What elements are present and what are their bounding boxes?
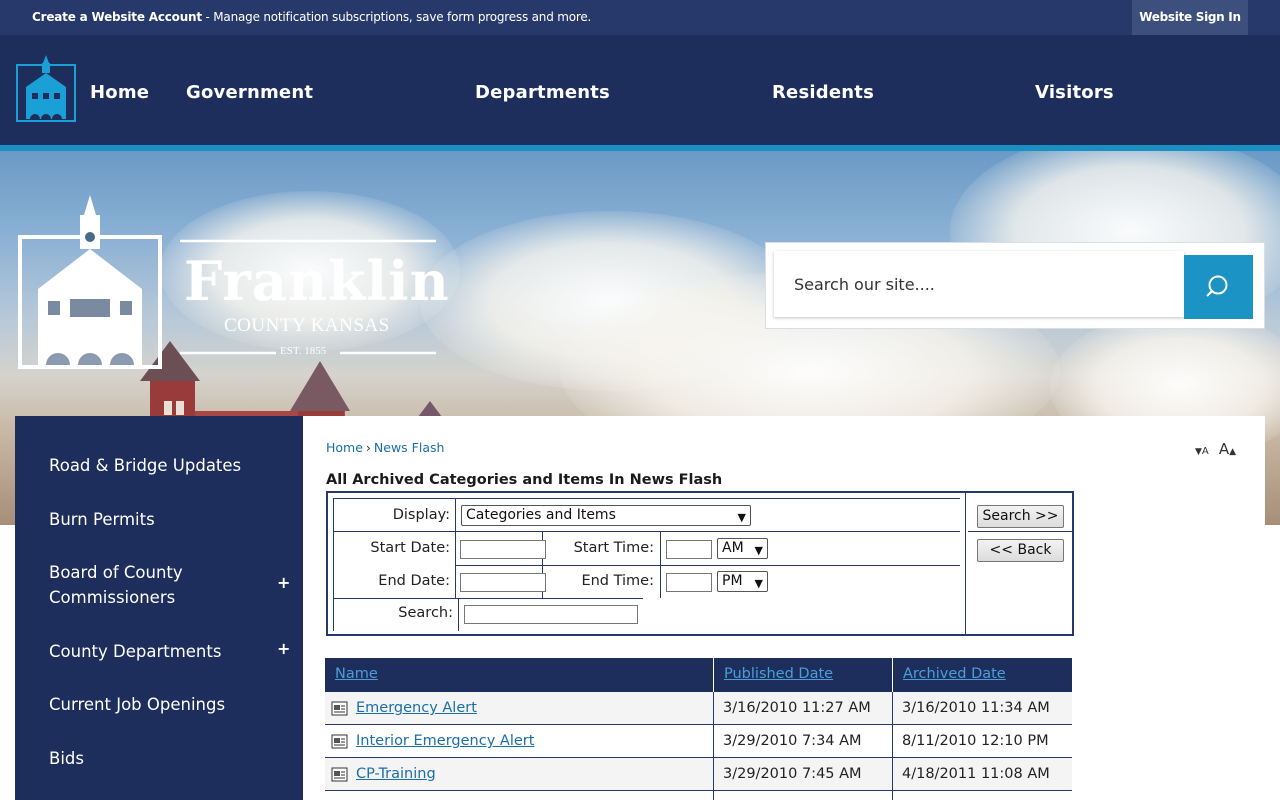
site-search: Search our site....: [765, 242, 1265, 329]
search-icon: [1206, 275, 1228, 297]
sidebar-item-county-departments[interactable]: County Departments: [49, 639, 221, 664]
search-button[interactable]: [1184, 255, 1253, 319]
text-size-controls: ▼A A▲: [1195, 440, 1236, 458]
courthouse-logo-icon[interactable]: [16, 53, 76, 123]
search-submit-button[interactable]: Search >>: [977, 505, 1064, 528]
breadcrumb: Home › News Flash: [326, 440, 444, 455]
table-header: Name Published Date Archived Date: [325, 658, 1072, 692]
archive-filter-form: Display: Categories and Items ▼ Start Dat…: [326, 491, 1074, 636]
end-date-label: End Date:: [378, 573, 450, 589]
search-label: Search:: [398, 605, 453, 621]
start-date-label: Start Date:: [370, 540, 450, 556]
expand-board-commissioners-icon[interactable]: +: [277, 573, 290, 592]
nav-visitors[interactable]: Visitors: [1035, 82, 1114, 103]
chevron-down-icon: ▼: [754, 544, 763, 557]
column-header-name[interactable]: Name: [335, 666, 378, 682]
item-link[interactable]: Interior Emergency Alert: [356, 733, 534, 749]
breadcrumb-home[interactable]: Home: [326, 440, 363, 455]
archived-date: 3/16/2010 11:34 AM: [902, 700, 1050, 716]
account-description: - Manage notification subscriptions, sav…: [201, 10, 592, 24]
brand-established: EST. 1855: [280, 345, 327, 357]
sidebar-item-bids[interactable]: Bids: [49, 746, 84, 771]
column-header-archived[interactable]: Archived Date: [903, 666, 1006, 682]
nav-home[interactable]: Home: [90, 82, 149, 103]
start-time-label: Start Time:: [573, 540, 654, 556]
start-ampm-select[interactable]: AM ▼: [717, 538, 768, 559]
main-content: Home › News Flash ▼A A▲ All Archived Categ…: [303, 416, 1265, 800]
nav-residents[interactable]: Residents: [772, 82, 874, 103]
end-date-input[interactable]: [460, 573, 546, 592]
display-select[interactable]: Categories and Items ▼: [461, 505, 751, 526]
search-placeholder: Search our site....: [794, 275, 935, 294]
start-ampm-value: AM: [722, 540, 744, 556]
brand-name: Franklin: [184, 249, 450, 313]
county-logo[interactable]: Franklin COUNTY KANSAS EST. 1855: [18, 193, 449, 373]
end-ampm-value: PM: [722, 573, 743, 589]
published-date: 3/29/2010 7:45 AM: [723, 766, 862, 782]
published-date: 3/29/2010 7:34 AM: [723, 733, 862, 749]
account-message: Create a Website Account - Manage notifi…: [32, 10, 591, 24]
news-item-icon: [331, 701, 348, 716]
breadcrumb-separator: ›: [365, 440, 371, 455]
published-date: 3/16/2010 11:27 AM: [723, 700, 871, 716]
table-row: [325, 791, 1072, 800]
sidebar-item-road-bridge-updates[interactable]: Road & Bridge Updates: [49, 453, 241, 478]
archived-date: 8/11/2010 12:10 PM: [902, 733, 1049, 749]
item-link[interactable]: CP-Training: [356, 766, 436, 782]
nav-government[interactable]: Government: [186, 82, 313, 103]
expand-county-departments-icon[interactable]: +: [277, 639, 290, 658]
top-utility-bar: Create a Website Account - Manage notifi…: [0, 0, 1280, 35]
chevron-down-icon: ▼: [754, 577, 763, 590]
archived-date: 4/18/2011 11:08 AM: [902, 766, 1050, 782]
page-title: All Archived Categories and Items In New…: [326, 472, 723, 488]
sidebar-menu: Road & Bridge Updates Burn Permits Board…: [15, 416, 303, 800]
chevron-down-icon: ▼: [737, 511, 746, 524]
search-input[interactable]: Search our site....: [774, 251, 1184, 317]
back-button[interactable]: << Back: [977, 539, 1064, 562]
nav-departments[interactable]: Departments: [475, 82, 610, 103]
end-ampm-select[interactable]: PM ▼: [717, 571, 768, 592]
brand-subtitle: COUNTY KANSAS: [224, 315, 390, 336]
sidebar-item-board-of-county-commissioners[interactable]: Board of County Commissioners: [49, 560, 229, 610]
end-time-input[interactable]: [666, 573, 712, 592]
table-row: Interior Emergency Alert 3/29/2010 7:34 …: [325, 725, 1072, 758]
breadcrumb-current[interactable]: News Flash: [374, 440, 445, 455]
main-navigation: Home Government Departments Residents Vi…: [0, 35, 1280, 145]
decrease-text-button[interactable]: ▼A: [1195, 443, 1209, 458]
sidebar-item-burn-permits[interactable]: Burn Permits: [49, 507, 155, 532]
end-time-label: End Time:: [581, 573, 654, 589]
keyword-search-input[interactable]: [464, 605, 638, 624]
display-select-value: Categories and Items: [466, 507, 616, 523]
create-account-link[interactable]: Create a Website Account: [32, 10, 202, 24]
table-row: Emergency Alert 3/16/2010 11:27 AM 3/16/…: [325, 692, 1072, 725]
website-sign-in-button[interactable]: Website Sign In: [1132, 0, 1248, 35]
start-date-input[interactable]: [460, 540, 546, 559]
column-header-published[interactable]: Published Date: [724, 666, 833, 682]
sidebar-item-current-job-openings[interactable]: Current Job Openings: [49, 692, 225, 717]
increase-text-button[interactable]: A▲: [1219, 440, 1236, 458]
display-label: Display:: [392, 507, 450, 523]
start-time-input[interactable]: [666, 540, 712, 559]
item-link[interactable]: Emergency Alert: [356, 700, 477, 716]
news-item-icon: [331, 734, 348, 749]
news-item-icon: [331, 767, 348, 782]
table-row: CP-Training 3/29/2010 7:45 AM 4/18/2011 …: [325, 758, 1072, 791]
